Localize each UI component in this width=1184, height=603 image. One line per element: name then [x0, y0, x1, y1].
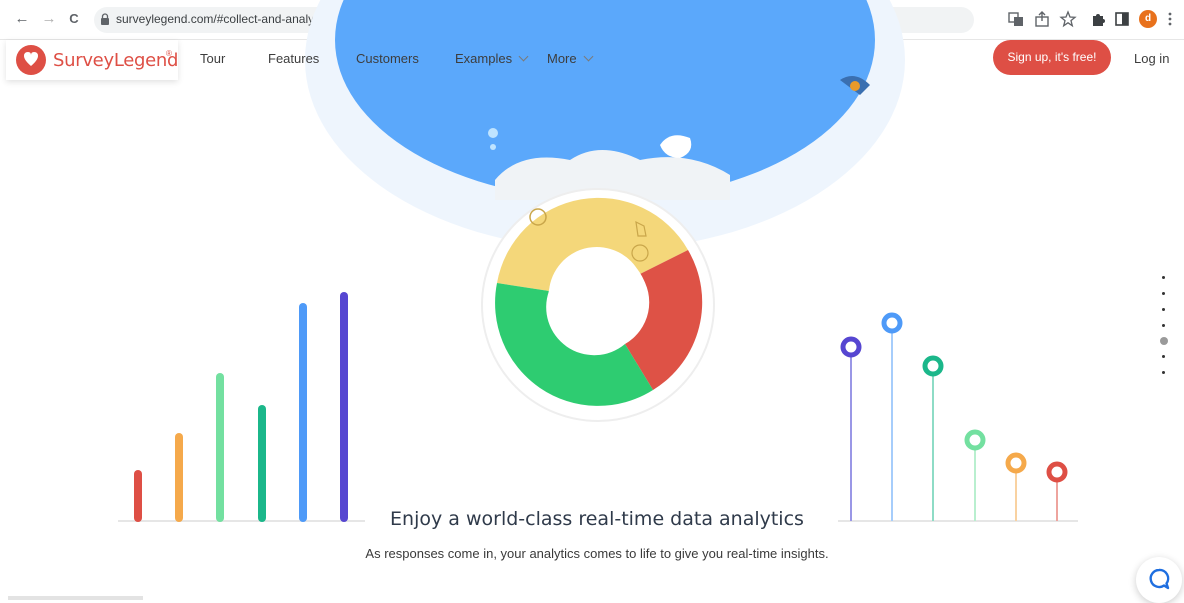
signup-button[interactable]: Sign up, it's free! [993, 40, 1111, 75]
section-dot[interactable] [1162, 355, 1165, 358]
section-dot-active[interactable] [1160, 337, 1168, 345]
puzzle-icon[interactable] [1089, 10, 1107, 28]
lollipop-head [922, 355, 944, 377]
chat-button[interactable] [1136, 557, 1182, 603]
section-subtitle: As responses come in, your analytics com… [365, 546, 829, 561]
donut-hole [548, 250, 648, 350]
nav-more-label: More [547, 51, 577, 66]
bar [258, 405, 266, 522]
nav-features[interactable]: Features [268, 51, 319, 66]
url-text: surveylegend.com/#collect-and-analyze-da… [116, 12, 355, 26]
bar [299, 303, 307, 522]
registered-mark: ® [166, 49, 172, 58]
thumb-icon [631, 244, 649, 262]
share-icon[interactable] [1033, 10, 1051, 28]
login-link[interactable]: Log in [1134, 51, 1169, 66]
heart-shield-icon [16, 45, 46, 75]
nav-tour[interactable]: Tour [200, 51, 225, 66]
sidebar-icon[interactable] [1113, 10, 1131, 28]
hand-icon [635, 220, 647, 237]
browser-toolbar: ← → C surveylegend.com/#collect-and-anal… [0, 0, 1184, 40]
chevron-down-icon [518, 51, 529, 62]
cloud [495, 150, 730, 200]
kebab-menu-icon[interactable] [1161, 10, 1179, 28]
donut-shadow [481, 188, 715, 422]
back-icon[interactable]: ← [12, 9, 32, 29]
section-dot[interactable] [1162, 292, 1165, 295]
translate-icon[interactable] [1007, 10, 1025, 28]
nav-examples[interactable]: Examples [455, 51, 529, 66]
bar [216, 373, 224, 522]
lollipop-head [881, 312, 903, 334]
donut-slice-yellow [497, 197, 688, 291]
section-dot[interactable] [1162, 371, 1165, 374]
section-dot[interactable] [1162, 276, 1165, 279]
site-header: SurveyLegend ® Tour Features Customers E… [0, 40, 1184, 82]
lock-icon [101, 13, 109, 25]
brand-wordmark: SurveyLegend [53, 50, 179, 71]
section-title: Enjoy a world-class real-time data analy… [390, 508, 804, 530]
brand-logo[interactable]: SurveyLegend ® [6, 40, 178, 80]
address-bar[interactable]: surveylegend.com/#collect-and-analyze-da… [94, 7, 974, 33]
lollipop-head [1046, 461, 1068, 483]
profile-avatar[interactable]: d [1139, 10, 1157, 28]
bar [340, 292, 348, 522]
section-dot[interactable] [1162, 308, 1165, 311]
star-icon[interactable] [1059, 10, 1077, 28]
nav-examples-label: Examples [455, 51, 513, 66]
lollipop-head [840, 336, 862, 358]
lollipop-head [1005, 452, 1027, 474]
chat-icon [1149, 568, 1170, 590]
island-dot [488, 128, 498, 138]
forward-icon[interactable]: → [39, 9, 59, 29]
smiley-icon [529, 208, 547, 226]
donut-slice-green [495, 283, 653, 406]
section-nav-dots [1160, 274, 1168, 379]
island-dot [490, 144, 496, 150]
lollipop-head [964, 429, 986, 451]
status-bar [8, 596, 143, 600]
nav-customers[interactable]: Customers [356, 51, 419, 66]
chevron-down-icon [583, 51, 594, 62]
island [660, 135, 692, 158]
reload-icon[interactable]: C [64, 9, 84, 29]
donut-slice-red [625, 250, 703, 390]
nav-more[interactable]: More [547, 51, 594, 66]
section-dot[interactable] [1162, 324, 1165, 327]
sun-dot [850, 81, 860, 91]
